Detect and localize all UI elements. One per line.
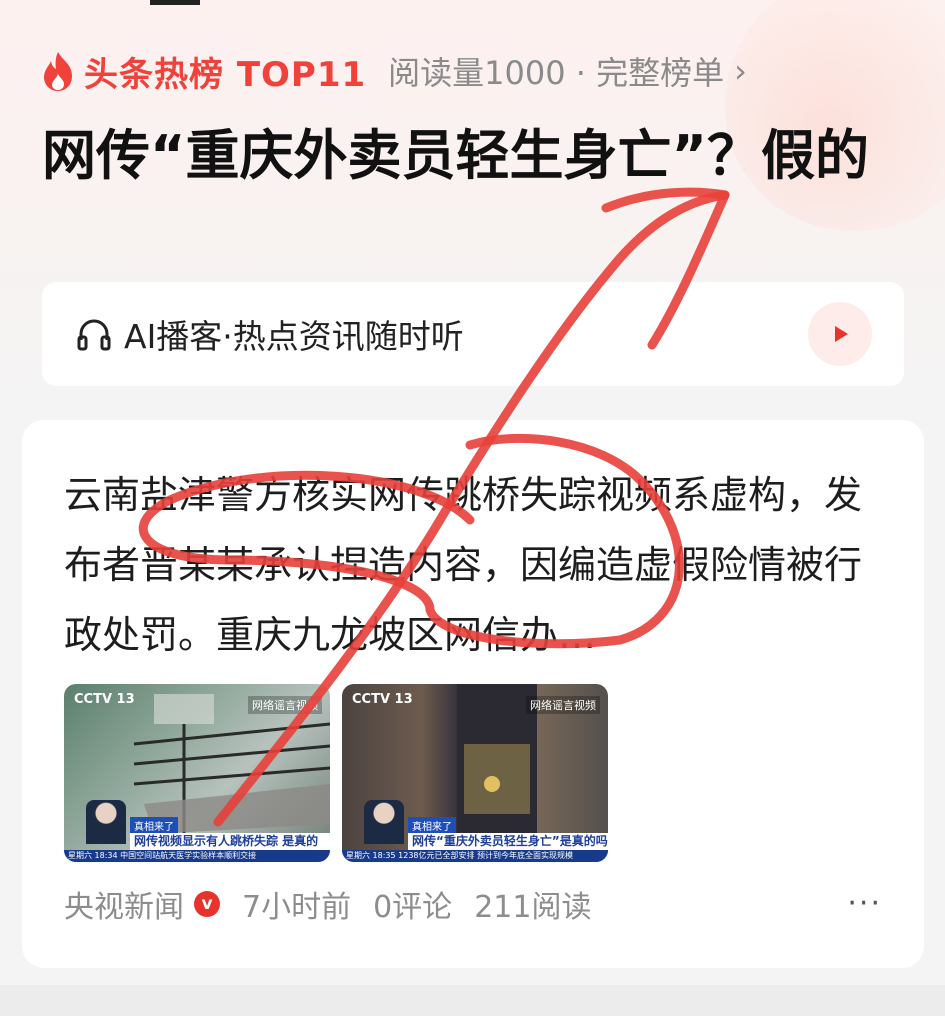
thumbnail-row: CCTV 13 网络谣言视频 真相来了 网传视频显示有人跳桥失踪 是真的 星期六…	[64, 684, 608, 862]
flame-icon	[44, 52, 72, 91]
podcast-label: AI播客·热点资讯随时听	[124, 317, 464, 356]
lower-third-tag: 真相来了	[130, 817, 178, 834]
news-anchor	[86, 800, 126, 844]
article-summary[interactable]: 云南盐津警方核实网传跳桥失踪视频系虚构，发布者晋某某承认捏造内容，因编造虚假险情…	[64, 460, 884, 670]
verified-badge-icon: v	[194, 891, 220, 917]
comment-count: 0评论	[373, 890, 453, 925]
headphone-icon	[77, 319, 111, 351]
news-ticker: 星期六 18:35 1238亿元已全部安排 预计到今年底全面实现规模	[342, 850, 608, 862]
hot-list-label[interactable]: 头条热榜 TOP11	[84, 47, 366, 96]
channel-logo: CCTV 13	[74, 692, 135, 707]
publish-time: 7小时前	[242, 890, 352, 925]
video-thumbnail[interactable]: CCTV 13 网络谣言视频 真相来了 网传视频显示有人跳桥失踪 是真的 星期六…	[64, 684, 330, 862]
lower-third-title: 网传“重庆外卖员轻生身亡”是真的吗	[408, 833, 608, 850]
source-name[interactable]: 央视新闻	[64, 882, 184, 926]
thumbnail-tag: 网络谣言视频	[526, 696, 600, 714]
more-icon[interactable]: ···	[847, 886, 882, 921]
lower-third-title: 网传视频显示有人跳桥失踪 是真的	[130, 833, 330, 850]
hot-list-row[interactable]: 头条热榜 TOP11 阅读量1000 · 完整榜单 ›	[40, 46, 747, 96]
news-ticker: 星期六 18:34 中国空间站航天医学实验样本顺利交接	[64, 850, 330, 862]
play-button[interactable]	[808, 302, 872, 366]
thumbnail-tag: 网络谣言视频	[248, 696, 322, 714]
read-count: 211阅读	[474, 890, 592, 925]
play-icon	[835, 326, 848, 342]
chevron-right-icon[interactable]: ›	[734, 52, 747, 90]
status-bar-fragment	[150, 0, 200, 5]
lower-third-tag: 真相来了	[408, 817, 456, 834]
ai-podcast-bar[interactable]: AI播客·热点资讯随时听	[42, 282, 904, 386]
channel-logo: CCTV 13	[352, 692, 413, 707]
news-anchor	[364, 800, 404, 844]
next-item-edge	[0, 985, 945, 1016]
video-thumbnail[interactable]: CCTV 13 网络谣言视频 真相来了 网传“重庆外卖员轻生身亡”是真的吗 星期…	[342, 684, 608, 862]
page-title: 网传“重庆外卖员轻生身亡”？假的	[42, 124, 869, 187]
news-card[interactable]: 云南盐津警方核实网传跳桥失踪视频系虚构，发布者晋某某承认捏造内容，因编造虚假险情…	[22, 420, 924, 968]
hot-list-meta[interactable]: 阅读量1000 · 完整榜单	[388, 48, 724, 94]
article-meta: 央视新闻 v 7小时前 0评论 211阅读	[64, 882, 592, 926]
